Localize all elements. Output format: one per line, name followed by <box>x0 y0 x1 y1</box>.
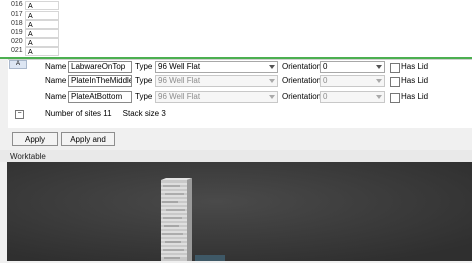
labware-stack-model <box>161 178 192 261</box>
stack-size: Stack size 3 <box>122 109 166 118</box>
well-id: 017 <box>11 11 23 18</box>
well-id: 018 <box>11 20 23 27</box>
orientation-value: 0 <box>323 62 328 71</box>
name-label: Name <box>45 92 67 101</box>
labware-type-value: 96 Well Flat <box>158 62 201 71</box>
has-lid-label: Has Lid <box>401 92 429 101</box>
chevron-down-icon <box>269 65 275 69</box>
well-assignment-list: 016 A 017 A 018 A 019 A 020 A 021 A <box>0 0 472 57</box>
name-label: Name <box>45 76 67 85</box>
well-id: 019 <box>11 29 23 36</box>
number-of-sites: Number of sites 11 <box>45 109 112 118</box>
well-value-field[interactable]: A <box>25 38 59 47</box>
well-id: 016 <box>11 1 23 8</box>
collapse-button[interactable]: − <box>15 110 24 119</box>
well-value-field[interactable]: A <box>25 1 59 10</box>
labware-name-input[interactable]: PlateAtBottom <box>68 91 132 103</box>
has-lid-checkbox[interactable] <box>390 93 400 103</box>
labware-type-select[interactable]: 96 Well Flat <box>155 91 278 103</box>
well-row: 016 A <box>0 1 60 11</box>
labware-type-value: 96 Well Flat <box>158 76 201 85</box>
well-value-field[interactable]: A <box>25 47 59 56</box>
labware-name-input[interactable]: LabwareOnTop <box>68 61 132 73</box>
worktable-title: Worktable <box>10 152 46 161</box>
orientation-label: Orientation <box>282 92 322 101</box>
well-value-field[interactable]: A <box>25 11 59 20</box>
labware-row: Name PlateInTheMiddle Type 96 Well Flat … <box>40 74 470 88</box>
well-row: 021 A <box>0 47 60 57</box>
orientation-value: 0 <box>323 76 328 85</box>
well-value-field[interactable]: A <box>25 29 59 38</box>
has-lid-checkbox[interactable] <box>390 77 400 87</box>
orientation-select[interactable]: 0 <box>320 61 385 73</box>
orientation-label: Orientation <box>282 76 322 85</box>
orientation-value: 0 <box>323 92 328 101</box>
worktable-scene <box>7 162 472 261</box>
stack-summary: Number of sites 11 Stack size 3 <box>45 109 166 118</box>
type-label: Type <box>135 76 153 85</box>
labware-row: Name PlateAtBottom Type 96 Well Flat Ori… <box>40 90 470 104</box>
labware-type-select[interactable]: 96 Well Flat <box>155 61 278 73</box>
well-value-field[interactable]: A <box>25 20 59 29</box>
worktable-3d-viewport[interactable] <box>7 162 472 261</box>
labware-name-input[interactable]: PlateInTheMiddle <box>68 75 132 87</box>
has-lid-label: Has Lid <box>401 62 429 71</box>
chevron-down-icon <box>376 65 382 69</box>
orientation-select[interactable]: 0 <box>320 91 385 103</box>
orientation-select[interactable]: 0 <box>320 75 385 87</box>
chevron-down-icon <box>269 79 275 83</box>
labware-row: Name LabwareOnTop Type 96 Well Flat Orie… <box>40 60 470 74</box>
well-id: 021 <box>11 47 23 54</box>
worktable-site-block <box>195 255 225 261</box>
well-id: 020 <box>11 38 23 45</box>
type-label: Type <box>135 92 153 101</box>
apply-and-close-button[interactable]: Apply and Close <box>61 132 115 158</box>
chevron-down-icon <box>376 79 382 83</box>
labware-type-value: 96 Well Flat <box>158 92 201 101</box>
has-lid-checkbox[interactable] <box>390 63 400 73</box>
name-label: Name <box>45 62 67 71</box>
worktable-header <box>0 150 472 162</box>
labware-type-select[interactable]: 96 Well Flat <box>155 75 278 87</box>
type-label: Type <box>135 62 153 71</box>
side-tab[interactable]: A <box>9 60 27 69</box>
apply-button[interactable]: Apply <box>12 132 58 146</box>
orientation-label: Orientation <box>282 62 322 71</box>
has-lid-label: Has Lid <box>401 76 429 85</box>
chevron-down-icon <box>269 95 275 99</box>
chevron-down-icon <box>376 95 382 99</box>
